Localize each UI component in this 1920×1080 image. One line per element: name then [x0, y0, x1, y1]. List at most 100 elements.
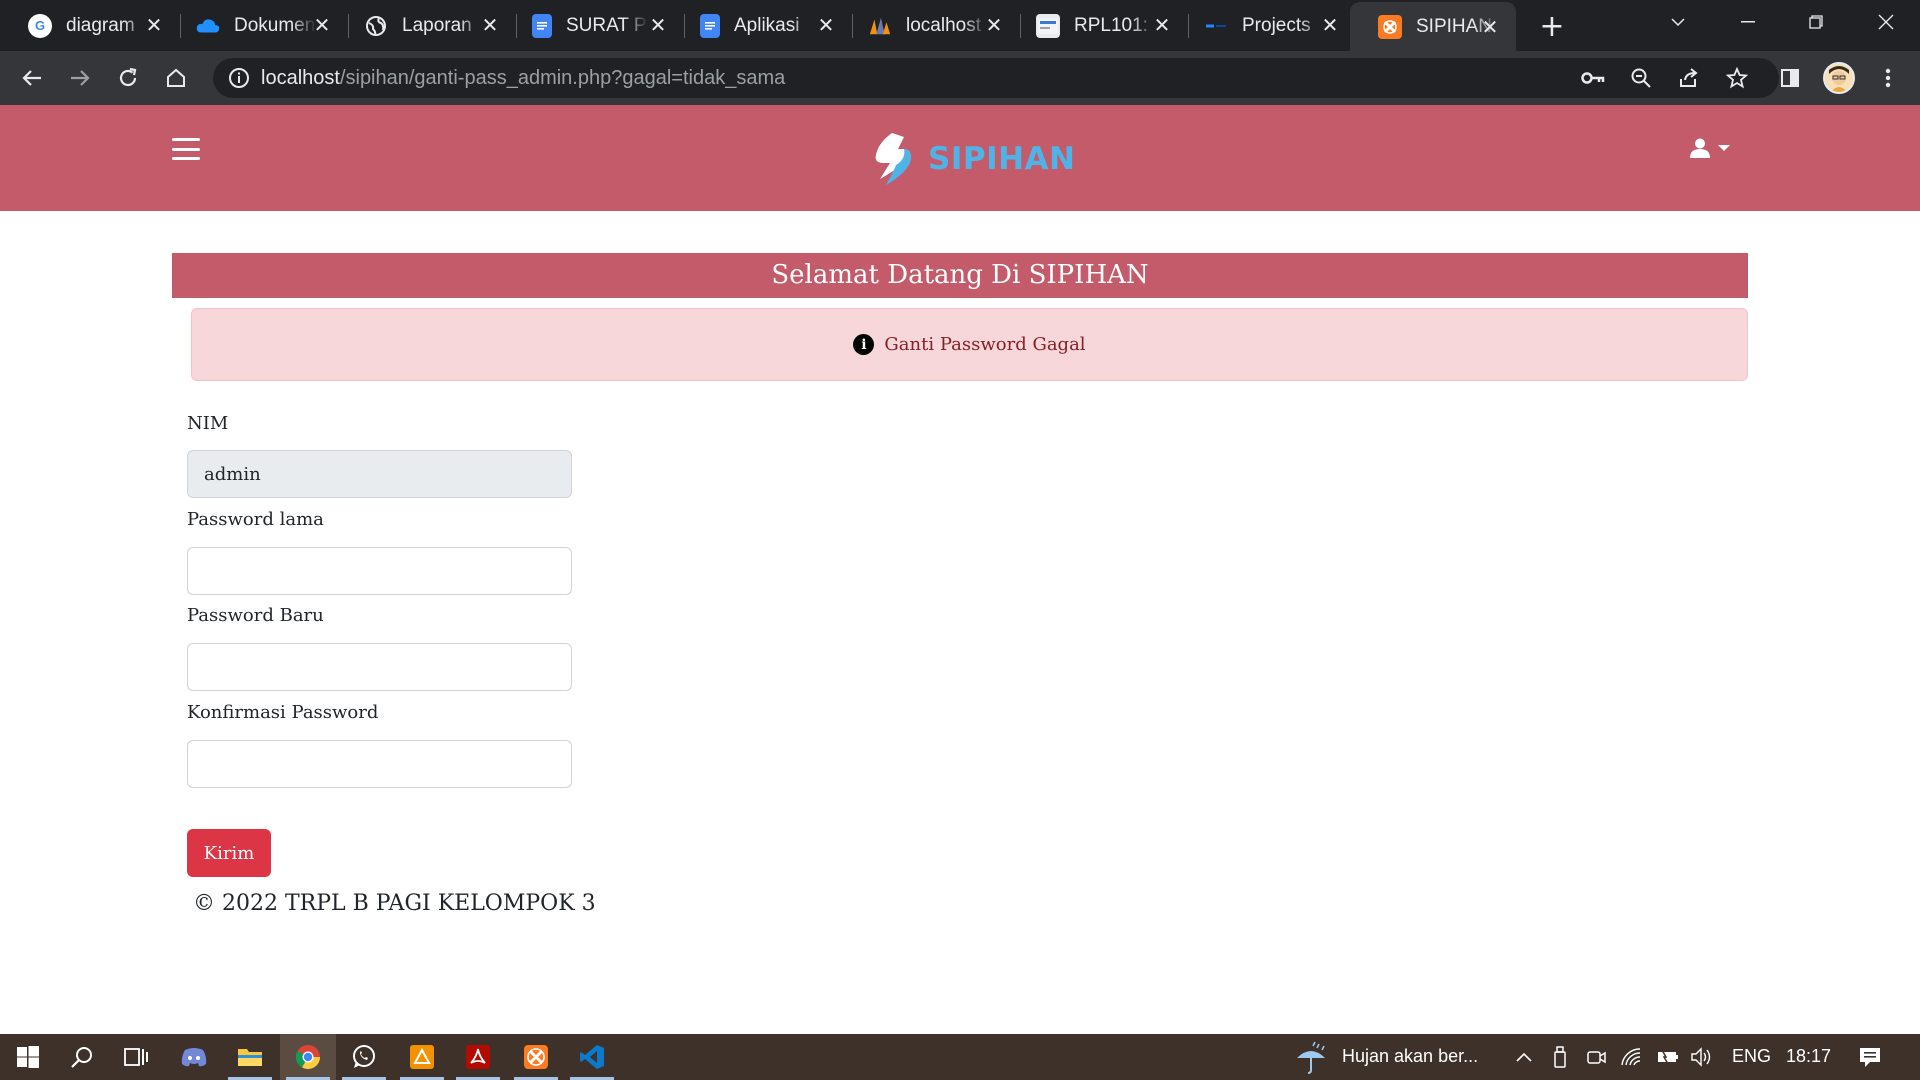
- tab-search-icon[interactable]: [1644, 0, 1712, 44]
- moodle-icon: [1036, 13, 1060, 38]
- hamburger-menu-icon[interactable]: [172, 135, 200, 163]
- tab-title: Projects: [1242, 14, 1311, 36]
- notification-center-icon[interactable]: [1858, 1045, 1882, 1069]
- close-icon[interactable]: ✕: [1318, 13, 1342, 37]
- tab-title: Aplikasi: [734, 14, 800, 36]
- xampp-icon[interactable]: [508, 1034, 564, 1080]
- address-bar[interactable]: localhost/sipihan/ganti-pass_admin.php?g…: [213, 58, 1779, 98]
- tab-title: Dokumen: [234, 14, 316, 36]
- side-panel-icon[interactable]: [1772, 60, 1808, 96]
- alert-message: Ganti Password Gagal: [884, 334, 1086, 355]
- reload-button[interactable]: [110, 60, 146, 96]
- close-icon[interactable]: ✕: [1478, 15, 1502, 39]
- close-icon[interactable]: ✕: [478, 13, 502, 37]
- sipihan-logo-icon: [875, 133, 912, 185]
- browser-tab[interactable]: Projects ✕: [1176, 0, 1356, 51]
- new-password-field[interactable]: [187, 643, 572, 691]
- google-docs-icon: [700, 13, 720, 38]
- search-icon[interactable]: [54, 1034, 110, 1080]
- onedrive-icon: [196, 14, 220, 38]
- error-alert: i Ganti Password Gagal: [191, 308, 1748, 381]
- user-dropdown[interactable]: [1689, 137, 1731, 159]
- browser-tab[interactable]: Laporan ✕: [336, 0, 516, 51]
- google-icon: G: [28, 13, 52, 38]
- language-indicator[interactable]: ENG: [1732, 1046, 1771, 1067]
- close-window-button[interactable]: [1852, 0, 1920, 44]
- forward-button[interactable]: [62, 60, 98, 96]
- user-icon: [1690, 138, 1710, 158]
- chrome-icon[interactable]: [280, 1034, 336, 1080]
- chevron-up-icon[interactable]: [1512, 1045, 1536, 1069]
- browser-tab[interactable]: localhost ✕: [840, 0, 1020, 51]
- tab-title: diagram: [66, 14, 135, 36]
- home-button[interactable]: [158, 60, 194, 96]
- browser-toolbar: localhost/sipihan/ganti-pass_admin.php?g…: [0, 51, 1920, 105]
- close-icon[interactable]: ✕: [310, 13, 334, 37]
- whatsapp-icon[interactable]: [336, 1034, 392, 1080]
- profile-avatar[interactable]: [1823, 62, 1855, 94]
- stackedit-icon[interactable]: [394, 1034, 450, 1080]
- close-icon[interactable]: ✕: [814, 13, 838, 37]
- close-icon[interactable]: ✕: [982, 13, 1006, 37]
- volume-icon[interactable]: [1690, 1045, 1714, 1069]
- footer-copyright: © 2022 TRPL B PAGI KELOMPOK 3: [193, 891, 596, 916]
- browser-tab[interactable]: Dokumen ✕: [168, 0, 348, 51]
- confirm-password-field[interactable]: [187, 740, 572, 788]
- new-password-label: Password Baru: [187, 605, 324, 626]
- weather-rain-icon[interactable]: [1292, 1039, 1330, 1077]
- chrome-menu-icon[interactable]: [1870, 60, 1906, 96]
- discord-icon[interactable]: [166, 1034, 222, 1080]
- phpmyadmin-icon: [868, 14, 892, 38]
- tab-title: Laporan: [402, 14, 472, 36]
- tab-title: RPL101:: [1074, 14, 1148, 36]
- browser-tab[interactable]: RPL101: ✕: [1008, 0, 1188, 51]
- key-icon[interactable]: [1579, 64, 1607, 92]
- navbar: SIPIHAN: [0, 105, 1920, 211]
- confirm-password-label: Konfirmasi Password: [187, 702, 379, 723]
- welcome-banner: Selamat Datang Di SIPIHAN: [172, 253, 1748, 298]
- web-page: SIPIHAN Selamat Datang Di SIPIHAN i Gant…: [0, 105, 1920, 1034]
- old-password-field[interactable]: [187, 547, 572, 595]
- new-tab-button[interactable]: +: [1536, 9, 1568, 44]
- acrobat-icon[interactable]: [450, 1034, 506, 1080]
- windows-start-icon[interactable]: [0, 1034, 56, 1080]
- jira-icon: [1204, 14, 1228, 38]
- minimize-button[interactable]: [1714, 0, 1782, 44]
- caret-down-icon: [1718, 145, 1730, 151]
- nim-label: NIM: [187, 413, 229, 434]
- back-button[interactable]: [14, 60, 50, 96]
- bookmark-star-icon[interactable]: [1723, 64, 1751, 92]
- close-icon[interactable]: ✕: [1150, 13, 1174, 37]
- task-view-icon[interactable]: [108, 1034, 164, 1080]
- browser-tab[interactable]: G diagram ✕: [0, 0, 180, 51]
- submit-button[interactable]: Kirim: [187, 829, 271, 877]
- info-circle-icon: i: [853, 334, 875, 355]
- clock[interactable]: 18:17: [1786, 1046, 1831, 1067]
- usb-drive-icon[interactable]: [1548, 1045, 1572, 1069]
- restore-button[interactable]: [1782, 0, 1850, 44]
- globe-icon: [364, 14, 388, 38]
- tab-title: SURAT P: [566, 14, 647, 36]
- file-explorer-icon[interactable]: [222, 1034, 278, 1080]
- meet-now-icon[interactable]: [1584, 1045, 1608, 1069]
- browser-tab[interactable]: Aplikasi ✕: [672, 0, 852, 51]
- url-text: localhost/sipihan/ganti-pass_admin.php?g…: [261, 67, 786, 89]
- wifi-icon[interactable]: [1620, 1045, 1644, 1069]
- browser-tab-strip: G diagram ✕ Dokumen ✕ Laporan ✕ SURAT P …: [0, 0, 1920, 51]
- browser-tab[interactable]: SURAT P ✕: [504, 0, 684, 51]
- brand-logo[interactable]: SIPIHAN: [864, 129, 1076, 189]
- nim-field[interactable]: [187, 450, 572, 498]
- tab-title: localhost: [906, 14, 981, 36]
- google-docs-icon: [532, 13, 552, 38]
- brand-name: SIPIHAN: [928, 141, 1076, 177]
- close-icon[interactable]: ✕: [646, 13, 670, 37]
- battery-icon[interactable]: [1656, 1045, 1680, 1069]
- close-icon[interactable]: ✕: [142, 13, 166, 37]
- share-icon[interactable]: [1675, 64, 1703, 92]
- zoom-icon[interactable]: [1627, 64, 1655, 92]
- browser-tab-active[interactable]: SIPIHAN ✕: [1350, 2, 1516, 51]
- old-password-label: Password lama: [187, 509, 324, 530]
- weather-text[interactable]: Hujan akan ber...: [1342, 1046, 1478, 1067]
- vscode-icon[interactable]: [564, 1034, 620, 1080]
- info-icon[interactable]: [227, 66, 251, 90]
